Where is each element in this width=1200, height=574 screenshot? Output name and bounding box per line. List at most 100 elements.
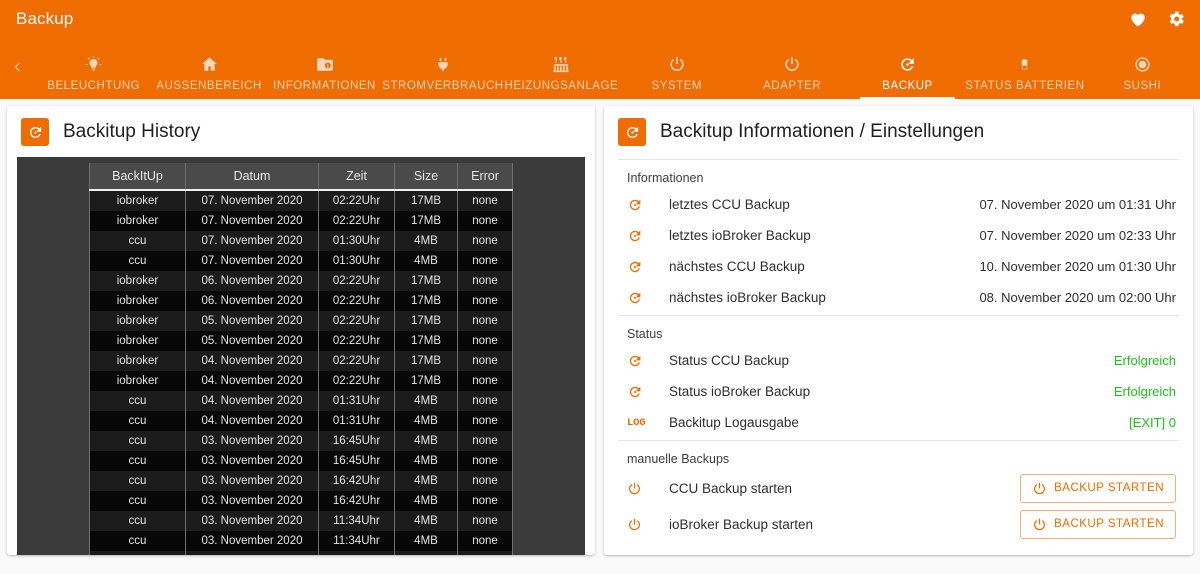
table-header-row: BackItUp Datum Zeit Size Error: [89, 163, 513, 191]
backitup-history-card: Backitup History BackItUp Datum Zeit Siz…: [7, 106, 595, 555]
table-cell: 01:30Uhr: [318, 251, 395, 271]
sidebar-item-status-batterien[interactable]: STATUS BATTERIEN: [965, 44, 1084, 99]
backup-starten-button[interactable]: BACKUP STARTEN: [1020, 473, 1176, 503]
info-row[interactable]: letztes ioBroker Backup 07. November 2020…: [618, 220, 1179, 251]
restore-icon: [627, 353, 653, 369]
card-header: Backitup History: [7, 106, 595, 157]
manual-backup-row: ioBroker Backup starten BACKUP STARTEN: [618, 506, 1179, 542]
sidebar-item-informationen[interactable]: INFORMATIONEN: [267, 44, 382, 99]
column-header-size: Size: [394, 163, 458, 191]
lightbulb-icon: [84, 53, 103, 75]
table-cell: 16:45Uhr: [318, 451, 395, 471]
table-cell: 4MB: [394, 411, 458, 431]
table-row: ccu 03. November 2020 11:34Uhr 4MB none: [89, 511, 513, 531]
table-cell: 03. November 2020: [185, 491, 319, 511]
nav-tab-label: SUSHI: [1123, 80, 1162, 92]
table-cell: 17MB: [394, 311, 458, 331]
sidebar-item-system[interactable]: SYSTEM: [619, 44, 734, 99]
table-cell: none: [457, 211, 513, 231]
sidebar-item-beleuchtung[interactable]: BELEUCHTUNG: [36, 44, 151, 99]
table-cell: 04. November 2020: [185, 391, 319, 411]
table-row: iobroker 06. November 2020 02:22Uhr 17MB non…: [89, 291, 513, 311]
restore-icon: [898, 53, 917, 75]
table-cell: iobroker: [89, 551, 186, 555]
column-header-zeit: Zeit: [318, 163, 395, 191]
table-cell: iobroker: [89, 311, 186, 331]
nav-tab-label: ADAPTER: [763, 80, 822, 92]
table-cell: none: [457, 471, 513, 491]
log-icon: LOG: [627, 416, 646, 429]
info-row-value: 07. November 2020 um 02:33 Uhr: [979, 228, 1176, 243]
table-row: ccu 03. November 2020 16:42Uhr 4MB none: [89, 491, 513, 511]
info-row-label: letztes CCU Backup: [669, 197, 790, 212]
table-cell: 17MB: [394, 271, 458, 291]
table-row: iobroker 06. November 2020 02:22Uhr 17MB non…: [89, 271, 513, 291]
table-cell: 4MB: [394, 511, 458, 531]
table-cell: 4MB: [394, 531, 458, 551]
nav-tab-label: BACKUP: [882, 80, 933, 92]
info-row[interactable]: LOG Backitup Logausgabe [EXIT] 0: [618, 407, 1179, 438]
info-row[interactable]: letztes CCU Backup 07. November 2020 um 0…: [618, 189, 1179, 220]
table-cell: 05. November 2020: [185, 311, 319, 331]
table-cell: 07. November 2020: [185, 211, 319, 231]
section-label: Status: [627, 327, 663, 341]
table-cell: ccu: [89, 231, 186, 251]
table-cell: ccu: [89, 391, 186, 411]
info-row[interactable]: Status ioBroker Backup Erfolgreich: [618, 376, 1179, 407]
table-cell: 4MB: [394, 491, 458, 511]
status-badge: [EXIT] 0: [1129, 415, 1176, 430]
sidebar-item-stromverbrauch[interactable]: STROMVERBRAUCH: [382, 44, 503, 99]
table-cell: ccu: [89, 491, 186, 511]
table-cell: 01:31Uhr: [318, 411, 395, 431]
power-icon: [627, 517, 653, 532]
table-cell: ccu: [89, 251, 186, 271]
manual-backup-label: CCU Backup starten: [669, 480, 793, 496]
table-cell: iobroker: [89, 331, 186, 351]
sidebar-item-sushi[interactable]: SUSHI: [1085, 44, 1200, 99]
table-cell: none: [457, 190, 513, 211]
sidebar-item-aussenbereich[interactable]: AUSSENBEREICH: [151, 44, 266, 99]
nav-tab-label: BELEUCHTUNG: [47, 80, 141, 92]
table-cell: 17MB: [394, 371, 458, 391]
info-row[interactable]: Status CCU Backup Erfolgreich: [618, 345, 1179, 376]
table-row: ccu 03. November 2020 16:45Uhr 4MB none: [89, 431, 513, 451]
power-icon: [627, 481, 653, 496]
main-content: Backitup History BackItUp Datum Zeit Siz…: [0, 99, 1200, 574]
table-cell: ccu: [89, 411, 186, 431]
table-cell: 07. November 2020: [185, 251, 319, 271]
page-title: Backup: [16, 9, 74, 28]
card-title: Backitup History: [63, 121, 201, 142]
settings-body: Informationen letztes CCU Backup 07. Novem…: [604, 157, 1193, 555]
table-cell: 4MB: [394, 451, 458, 471]
table-cell: ccu: [89, 451, 186, 471]
backitup-settings-card: Backitup Informationen / Einstellungen I…: [604, 106, 1193, 555]
backup-starten-button[interactable]: BACKUP STARTEN: [1020, 509, 1176, 539]
table-cell: none: [457, 391, 513, 411]
favorite-icon[interactable]: [1128, 9, 1148, 29]
sidebar-item-heizungsanlage[interactable]: HEIZUNGSANLAGE: [504, 44, 619, 99]
restore-icon: [627, 228, 653, 244]
table-cell: 07. November 2020: [185, 190, 319, 211]
table-cell: none: [457, 311, 513, 331]
header-actions: [1128, 9, 1186, 29]
column-header-backitup: BackItUp: [89, 163, 186, 191]
card-title: Backitup Informationen / Einstellungen: [660, 121, 985, 142]
column-header-datum: Datum: [185, 163, 319, 191]
nav-back-button[interactable]: [0, 44, 36, 99]
table-cell: none: [457, 231, 513, 251]
restore-icon: [627, 384, 653, 400]
table-cell: 02:22Uhr: [318, 311, 395, 331]
backup-history-table: BackItUp Datum Zeit Size Error iobroker 0…: [89, 163, 513, 555]
info-row[interactable]: nächstes CCU Backup 10. November 2020 um …: [618, 251, 1179, 282]
table-cell: 02:22Uhr: [318, 271, 395, 291]
sidebar-item-backup[interactable]: BACKUP: [850, 44, 965, 99]
table-cell: 02:22Uhr: [318, 291, 395, 311]
table-cell: none: [457, 411, 513, 431]
history-table-panel: BackItUp Datum Zeit Size Error iobroker 0…: [17, 157, 585, 555]
info-row[interactable]: nächstes ioBroker Backup 08. November 202…: [618, 282, 1179, 313]
table-cell: 4MB: [394, 251, 458, 271]
gear-icon[interactable]: [1166, 9, 1186, 29]
table-row: iobroker 04. November 2020 02:22Uhr 17MB non…: [89, 371, 513, 391]
sidebar-item-adapter[interactable]: ADAPTER: [734, 44, 849, 99]
table-cell: none: [457, 351, 513, 371]
